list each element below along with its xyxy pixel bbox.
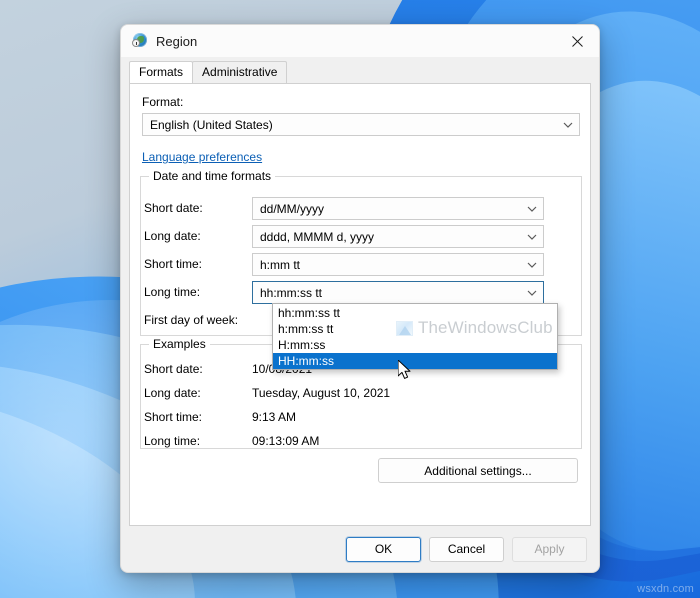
short-date-value: dd/MM/yyyy <box>260 201 325 216</box>
example-long-time-label: Long time: <box>144 434 201 448</box>
long-date-label: Long date: <box>144 229 201 243</box>
tab-strip: Formats Administrative <box>129 61 599 83</box>
first-day-of-week-label: First day of week: <box>144 313 239 327</box>
example-short-time-value: 9:13 AM <box>252 410 297 424</box>
example-long-date-value: Tuesday, August 10, 2021 <box>252 386 391 400</box>
dialog-footer: OK Cancel Apply <box>121 526 599 572</box>
dropdown-option[interactable]: h:mm:ss tt <box>273 321 557 337</box>
chevron-down-icon <box>521 234 543 240</box>
examples-group-title: Examples <box>149 337 210 351</box>
tab-administrative-label: Administrative <box>202 65 278 79</box>
dropdown-option[interactable]: hh:mm:ss tt <box>273 305 557 321</box>
long-date-combobox[interactable]: dddd, MMMM d, yyyy <box>252 225 544 248</box>
long-date-value: dddd, MMMM d, yyyy <box>260 229 375 244</box>
chevron-down-icon <box>521 262 543 268</box>
short-date-label: Short date: <box>144 201 203 215</box>
formats-tab-panel: Format: English (United States) Language… <box>129 83 591 526</box>
long-time-combobox[interactable]: hh:mm:ss tt <box>252 281 544 304</box>
long-time-dropdown-list[interactable]: hh:mm:ss tt h:mm:ss tt H:mm:ss HH:mm:ss <box>272 303 558 370</box>
ok-button[interactable]: OK <box>346 536 421 562</box>
ok-button-label: OK <box>374 542 393 556</box>
cancel-button-label: Cancel <box>447 542 486 556</box>
corner-watermark: wsxdn.com <box>637 583 694 595</box>
apply-button-label: Apply <box>534 542 565 556</box>
cancel-button[interactable]: Cancel <box>429 536 504 562</box>
tab-administrative[interactable]: Administrative <box>192 61 288 83</box>
dropdown-option-selected[interactable]: HH:mm:ss <box>273 353 557 369</box>
close-icon[interactable] <box>555 25 599 58</box>
example-short-date-label: Short date: <box>144 362 203 376</box>
short-time-value: h:mm tt <box>260 257 301 272</box>
format-combobox[interactable]: English (United States) <box>142 113 580 136</box>
chevron-down-icon <box>521 290 543 296</box>
example-short-time-label: Short time: <box>144 410 203 424</box>
window-title: Region <box>156 33 198 49</box>
additional-settings-button[interactable]: Additional settings... <box>378 458 578 483</box>
short-time-label: Short time: <box>144 257 203 271</box>
long-time-value: hh:mm:ss tt <box>260 285 323 300</box>
format-combobox-value: English (United States) <box>150 117 273 132</box>
dropdown-option[interactable]: H:mm:ss <box>273 337 557 353</box>
short-date-combobox[interactable]: dd/MM/yyyy <box>252 197 544 220</box>
example-long-date-label: Long date: <box>144 386 201 400</box>
short-time-combobox[interactable]: h:mm tt <box>252 253 544 276</box>
region-dialog: Region Formats Administrative Format: En… <box>120 24 600 573</box>
region-globe-clock-icon <box>132 33 148 49</box>
example-long-time-value: 09:13:09 AM <box>252 434 320 448</box>
additional-settings-label: Additional settings... <box>424 463 532 478</box>
tab-formats[interactable]: Formats <box>129 61 194 83</box>
tab-formats-label: Formats <box>139 65 184 79</box>
date-time-formats-group-title: Date and time formats <box>149 169 276 183</box>
apply-button: Apply <box>512 536 587 562</box>
chevron-down-icon <box>521 206 543 212</box>
format-label: Format: <box>142 95 184 109</box>
title-bar: Region <box>121 25 599 58</box>
language-preferences-link[interactable]: Language preferences <box>142 150 262 164</box>
long-time-label: Long time: <box>144 285 201 299</box>
chevron-down-icon <box>557 122 579 128</box>
